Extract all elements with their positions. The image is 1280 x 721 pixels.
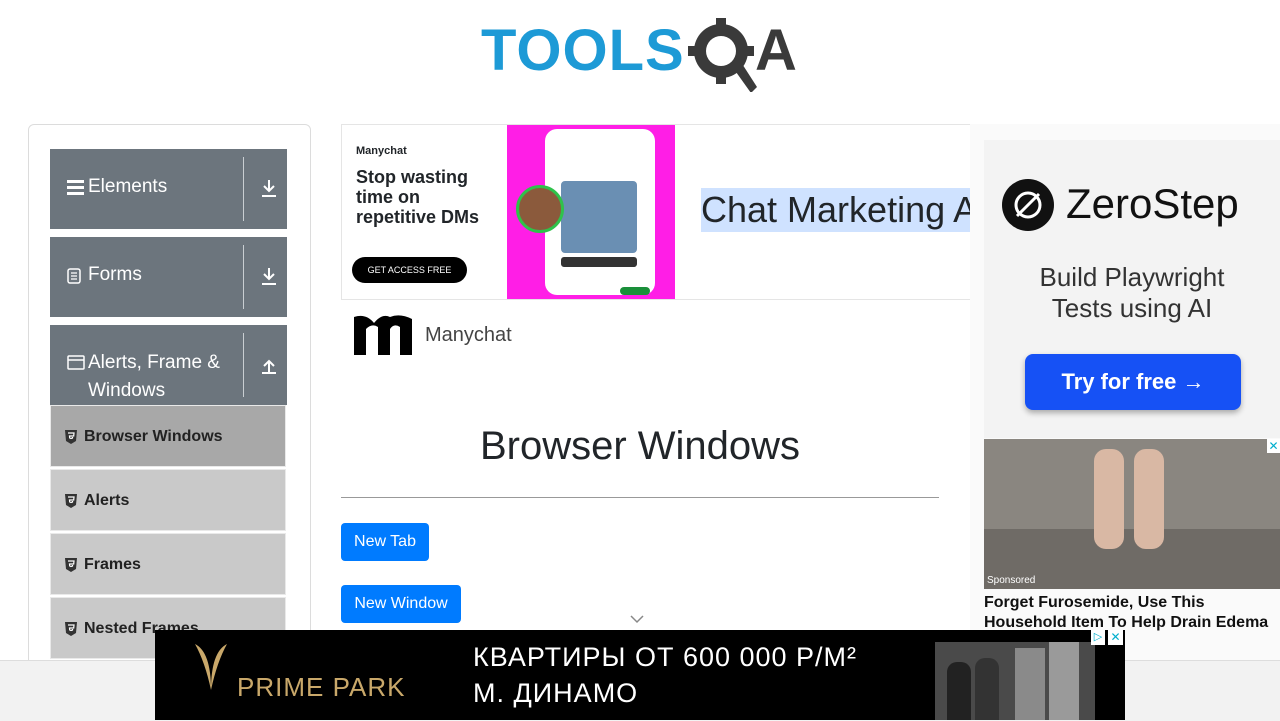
sidebar-item-frames[interactable]: Frames	[50, 533, 286, 595]
document-icon	[67, 268, 81, 284]
upload-icon	[262, 359, 276, 374]
leg-left	[1094, 449, 1124, 549]
toolsqa-logo[interactable]: TOOLS A	[481, 14, 806, 92]
html5-icon	[65, 622, 77, 636]
close-icon[interactable]: ✕	[1108, 630, 1123, 645]
sponsored-headline-1[interactable]: Forget Furosemide, Use This	[984, 594, 1204, 612]
zerostep-logo-icon	[1002, 179, 1054, 231]
prime-park-line-1: КВАРТИРЫ ОТ 600 000 Р/М²	[473, 642, 858, 672]
new-tab-button[interactable]: New Tab	[341, 523, 429, 561]
manychat-headline: Stop wasting time on repetitive DMs	[356, 167, 480, 227]
group-label: Forms	[88, 264, 142, 285]
building	[1049, 642, 1079, 720]
sidebar-item-browser-windows[interactable]: Browser Windows	[50, 405, 286, 467]
group-forms[interactable]: Forms	[50, 237, 287, 317]
manychat-ad-creative[interactable]: Manychat Stop wasting time on repetitive…	[342, 125, 508, 299]
person	[975, 658, 999, 720]
sponsored-label: Sponsored	[987, 575, 1036, 586]
svg-text:A: A	[755, 18, 797, 83]
hamburger-icon	[67, 180, 84, 195]
prime-park-ad[interactable]: PRIME PARK КВАРТИРЫ ОТ 600 000 Р/М² М. Д…	[155, 630, 1125, 720]
divider	[243, 333, 244, 397]
manychat-cta[interactable]: GET ACCESS FREE	[352, 257, 467, 283]
adchoices-icon[interactable]: ▷	[1091, 630, 1105, 645]
sponsored-image[interactable]: Sponsored	[984, 439, 1280, 589]
download-icon	[262, 268, 276, 285]
sidebar-item-label: Browser Windows	[84, 428, 223, 445]
html5-icon	[65, 558, 77, 572]
leg-right	[1134, 449, 1164, 549]
close-icon[interactable]: ✕	[1267, 439, 1280, 453]
html5-icon	[65, 430, 77, 444]
phone-reply	[620, 287, 650, 295]
group-label: Elements	[88, 176, 168, 197]
html5-icon	[65, 494, 77, 508]
window-icon	[67, 355, 85, 370]
zerostep-brand: ZeroStep	[1066, 180, 1239, 227]
ad-title[interactable]: Chat Marketing A	[701, 188, 970, 232]
group-elements[interactable]: Elements	[50, 149, 287, 229]
sidebar-item-alerts[interactable]: Alerts	[50, 469, 286, 531]
prime-park-line-2: М. ДИНАМО	[473, 678, 639, 708]
page-title: Browser Windows	[479, 424, 801, 468]
sidebar-item-label: Alerts	[84, 492, 130, 509]
zerostep-ad[interactable]: ZeroStep Build Playwright Tests using AI…	[984, 140, 1280, 438]
manychat-logo-icon	[354, 315, 412, 355]
divider	[243, 157, 244, 221]
building	[1015, 648, 1045, 720]
download-icon	[262, 180, 276, 197]
buildings-image	[935, 642, 1095, 720]
new-window-button[interactable]: New Window	[341, 585, 461, 623]
phone-image	[561, 181, 637, 253]
avatar	[516, 185, 564, 233]
zerostep-tagline-1: Build Playwright	[1039, 262, 1225, 292]
group-label: Alerts, Frame &	[88, 352, 220, 373]
prime-park-brand: PRIME PARK	[237, 672, 406, 702]
zerostep-tagline-2: Tests using AI	[1051, 293, 1213, 323]
divider	[243, 245, 244, 309]
title-divider	[341, 497, 939, 498]
sidebar-item-label: Frames	[84, 556, 141, 573]
phone-bar	[561, 257, 637, 267]
group-alerts-frame-windows[interactable]: Alerts, Frame & Windows	[50, 325, 287, 405]
try-for-free-button[interactable]: Try for free →	[1025, 354, 1241, 410]
svg-text:TOOLS: TOOLS	[481, 18, 685, 83]
person	[947, 662, 971, 720]
advertiser-name[interactable]: Manychat	[425, 324, 512, 347]
group-label-line2: Windows	[88, 380, 166, 401]
chevron-down-icon[interactable]	[630, 615, 644, 624]
prime-park-logo-icon	[195, 644, 227, 690]
manychat-brand: Manychat	[356, 145, 407, 157]
